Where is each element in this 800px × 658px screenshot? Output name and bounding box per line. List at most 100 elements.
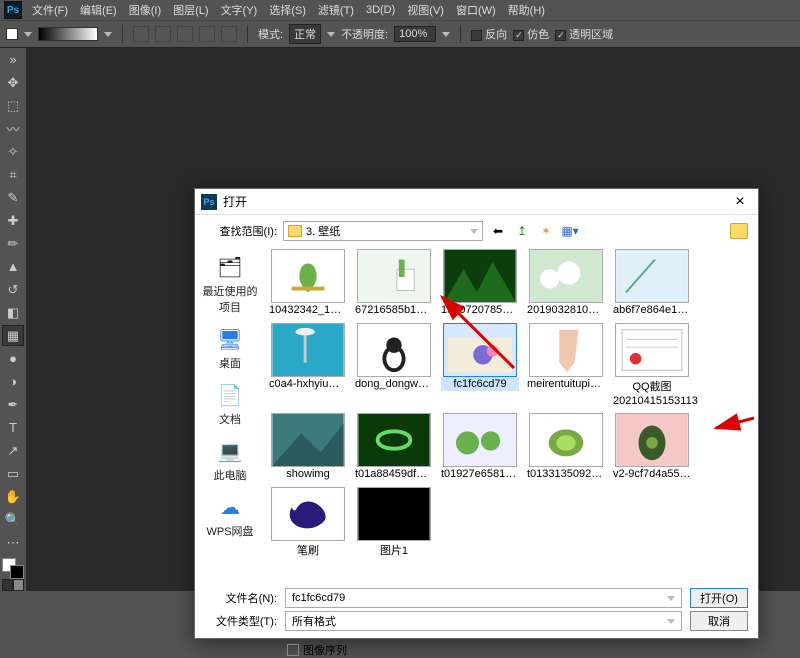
gradient-tool-icon[interactable]: [6, 28, 18, 40]
place-documents[interactable]: 📄文档: [200, 381, 260, 427]
gradient-tool-chevron-icon[interactable]: [24, 32, 32, 37]
gradient-chevron-icon[interactable]: [104, 32, 112, 37]
place-thispc[interactable]: 💻此电脑: [200, 437, 260, 483]
close-icon[interactable]: ×: [728, 193, 752, 211]
back-icon[interactable]: ⬅: [489, 222, 507, 240]
tool-shape[interactable]: ▭: [2, 463, 24, 484]
tool-history[interactable]: ↺: [2, 279, 24, 300]
file-item[interactable]: ab6f7e864e17…: [613, 249, 691, 317]
file-item[interactable]: 67216585b1e5…: [355, 249, 433, 317]
camera-icon[interactable]: [730, 223, 748, 239]
menu-layer[interactable]: 图层(L): [167, 0, 214, 20]
menu-view[interactable]: 视图(V): [401, 0, 450, 20]
file-item[interactable]: t01331350923…: [527, 413, 605, 481]
transparency-checkbox[interactable]: 透明区域: [555, 26, 613, 42]
menu-edit[interactable]: 编辑(E): [74, 0, 123, 20]
tool-move[interactable]: ✥: [2, 72, 24, 93]
cloud-icon: ☁: [215, 493, 245, 521]
tool-crop[interactable]: ⌗: [2, 164, 24, 185]
mode-chevron-icon[interactable]: [327, 32, 335, 37]
menu-3d[interactable]: 3D(D): [360, 2, 401, 18]
tool-stamp[interactable]: ▲: [2, 256, 24, 277]
up-icon[interactable]: ↥: [513, 222, 531, 240]
file-item[interactable]: 15407207854…: [441, 249, 519, 317]
tool-lasso[interactable]: 〰: [2, 118, 24, 139]
tool-marquee[interactable]: ⬚: [2, 95, 24, 116]
tool-more[interactable]: ⋯: [2, 532, 24, 553]
tool-gradient[interactable]: ▦: [2, 325, 24, 346]
file-item[interactable]: 10432342_130…: [269, 249, 347, 317]
tool-hand[interactable]: ✋: [2, 486, 24, 507]
gradient-reflected-icon[interactable]: [199, 26, 215, 42]
menu-window[interactable]: 窗口(W): [450, 0, 502, 20]
file-item[interactable]: meirentuitupia…: [527, 323, 605, 407]
cancel-button[interactable]: 取消: [690, 611, 748, 631]
reverse-checkbox[interactable]: 反向: [471, 26, 507, 42]
tool-eyedropper[interactable]: ✎: [2, 187, 24, 208]
tool-path[interactable]: ↗: [2, 440, 24, 461]
tool-pen[interactable]: ✒: [2, 394, 24, 415]
new-folder-icon[interactable]: ✶: [537, 222, 555, 240]
view-menu-icon[interactable]: ▦▾: [561, 222, 579, 240]
expand-icon[interactable]: »: [2, 49, 24, 70]
lookin-label: 查找范围(I):: [205, 223, 277, 239]
opacity-chevron-icon[interactable]: [442, 32, 450, 37]
menu-help[interactable]: 帮助(H): [502, 0, 551, 20]
file-item[interactable]: t01927e65817f…: [441, 413, 519, 481]
tool-eraser[interactable]: ◧: [2, 302, 24, 323]
gradient-angle-icon[interactable]: [177, 26, 193, 42]
image-sequence-checkbox[interactable]: 图像序列: [205, 634, 748, 658]
pc-icon: 💻: [215, 437, 245, 465]
tool-wand[interactable]: ✧: [2, 141, 24, 162]
filetype-combo[interactable]: 所有格式: [285, 611, 682, 631]
menu-type[interactable]: 文字(Y): [215, 0, 264, 20]
documents-icon: 📄: [215, 381, 245, 409]
file-item[interactable]: t01a88459df4e…: [355, 413, 433, 481]
dither-checkbox[interactable]: 仿色: [513, 26, 549, 42]
file-item[interactable]: 图片1: [355, 487, 433, 559]
tool-type[interactable]: T: [2, 417, 24, 438]
mode-select[interactable]: 正常: [289, 24, 321, 44]
filename-field[interactable]: fc1fc6cd79: [285, 588, 682, 608]
dialog-title: 打开: [223, 193, 728, 210]
opacity-field[interactable]: 100%: [394, 26, 436, 42]
gradient-linear-icon[interactable]: [133, 26, 149, 42]
gradient-preview[interactable]: [38, 27, 98, 41]
gradient-diamond-icon[interactable]: [221, 26, 237, 42]
mode-label: 模式:: [258, 26, 283, 42]
tool-brush[interactable]: ✏: [2, 233, 24, 254]
divider: [247, 25, 248, 43]
file-item[interactable]: showimg: [269, 413, 347, 481]
filetype-label: 文件类型(T):: [205, 613, 277, 629]
opacity-label: 不透明度:: [341, 26, 388, 42]
chevron-down-icon: [667, 596, 675, 601]
menu-image[interactable]: 图像(I): [123, 0, 167, 20]
file-list[interactable]: 10432342_130… 67216585b1e5… 15407207854……: [265, 245, 758, 585]
lookin-combo[interactable]: 3. 壁纸: [283, 221, 483, 241]
place-recent[interactable]: 🗂最近使用的项目: [200, 253, 260, 315]
file-item-selected[interactable]: fc1fc6cd79: [441, 323, 519, 407]
gradient-radial-icon[interactable]: [155, 26, 171, 42]
folder-icon: [288, 225, 302, 237]
file-item[interactable]: QQ截图20210415153113: [613, 323, 691, 407]
tool-palette: » ✥ ⬚ 〰 ✧ ⌗ ✎ ✚ ✏ ▲ ↺ ◧ ▦ ● ◑ ✒ T ↗ ▭ ✋ …: [0, 48, 26, 591]
place-wps[interactable]: ☁WPS网盘: [200, 493, 260, 539]
file-item[interactable]: c0a4-hxhyium9…: [269, 323, 347, 407]
menu-filter[interactable]: 滤镜(T): [312, 0, 360, 20]
fg-bg-swatch[interactable]: [2, 558, 24, 579]
menu-select[interactable]: 选择(S): [263, 0, 312, 20]
desktop-icon: 🖥: [215, 325, 245, 353]
file-item[interactable]: 20190328101255…: [527, 249, 605, 317]
file-item[interactable]: dong_dongwu…: [355, 323, 433, 407]
menu-file[interactable]: 文件(F): [26, 0, 74, 20]
divider: [122, 25, 123, 43]
place-desktop[interactable]: 🖥桌面: [200, 325, 260, 371]
file-item[interactable]: 笔刷: [269, 487, 347, 559]
tool-heal[interactable]: ✚: [2, 210, 24, 231]
tool-blur[interactable]: ●: [2, 348, 24, 369]
quick-mask[interactable]: [2, 579, 24, 591]
file-item[interactable]: v2-9cf7d4a557…: [613, 413, 691, 481]
open-button[interactable]: 打开(O): [690, 588, 748, 608]
tool-zoom[interactable]: 🔍: [2, 509, 24, 530]
tool-dodge[interactable]: ◑: [2, 371, 24, 392]
